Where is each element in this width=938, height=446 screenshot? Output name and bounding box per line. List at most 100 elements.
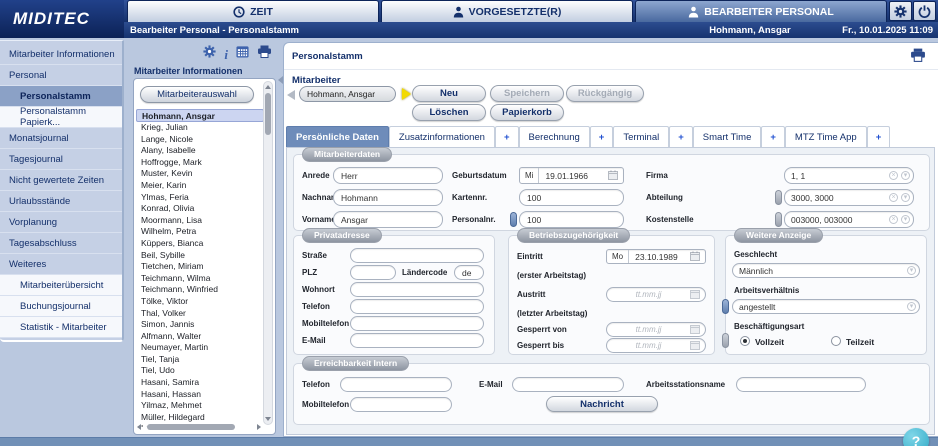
scroll-left-icon[interactable]: [137, 424, 141, 430]
employee-list-item[interactable]: Hasani, Samira: [136, 377, 264, 389]
sidebar-item[interactable]: Personalstamm: [0, 86, 122, 107]
form-tab[interactable]: MTZ Time App: [784, 126, 867, 147]
employee-list-item[interactable]: Beil, Sybille: [136, 250, 264, 262]
kartennr-field[interactable]: [519, 189, 624, 206]
gesperrt-von-field[interactable]: tt.mm.jj: [606, 322, 706, 337]
wohnort-field[interactable]: [350, 282, 484, 297]
calendar-icon[interactable]: [690, 251, 700, 263]
arbeitsstationsname-field[interactable]: [736, 377, 866, 392]
speichern-button[interactable]: Speichern: [490, 85, 564, 102]
horizontal-scrollbar[interactable]: [137, 423, 261, 431]
vertical-scrollbar[interactable]: [263, 81, 273, 425]
horizontal-scroll-thumb[interactable]: [147, 424, 235, 430]
sidebar-item[interactable]: Mitarbeiterübersicht: [0, 275, 122, 296]
sidebar-item[interactable]: Personal: [0, 65, 122, 86]
employee-list-item[interactable]: Alany, Isabelle: [136, 145, 264, 157]
sidebar-item[interactable]: Monatsjournal: [0, 128, 122, 149]
employee-list-item[interactable]: Thal, Volker: [136, 308, 264, 320]
tab-zeit[interactable]: ZEIT: [127, 0, 379, 22]
nachricht-button[interactable]: Nachricht: [546, 396, 658, 412]
geburtsdatum-field[interactable]: Mi 19.01.1966: [519, 167, 624, 184]
arbeitsverhaeltnis-dropdown[interactable]: angestellt ▾: [732, 299, 920, 314]
calendar-icon[interactable]: [690, 340, 700, 352]
sidebar-item[interactable]: Buchungsjournal: [0, 296, 122, 317]
telefon-intern-field[interactable]: [340, 377, 452, 392]
next-employee-arrow-icon[interactable]: [402, 88, 411, 100]
employee-list-item[interactable]: Simon, Jannis: [136, 319, 264, 331]
personalnr-field[interactable]: [519, 211, 624, 228]
dropdown-icon[interactable]: ▾: [901, 171, 910, 180]
vertical-scroll-thumb[interactable]: [265, 93, 271, 135]
employee-list-item[interactable]: Wilhelm, Petra: [136, 226, 264, 238]
personalnr-grip[interactable]: [510, 212, 517, 227]
clear-icon[interactable]: ×: [889, 215, 898, 224]
logout-button[interactable]: [913, 1, 936, 21]
employee-list-item[interactable]: Hohmann, Ansgar: [136, 109, 264, 122]
calendar-icon[interactable]: [608, 170, 618, 182]
abteilung-field[interactable]: 3000, 3000 × ▾: [784, 189, 914, 206]
plz-field[interactable]: [350, 265, 396, 280]
form-tab[interactable]: Zusatzinformationen: [388, 126, 495, 147]
sidebar-item[interactable]: Vorplanung: [0, 212, 122, 233]
calendar-icon[interactable]: [690, 324, 700, 336]
clear-icon[interactable]: ×: [889, 171, 898, 180]
tab-vorgesetzte[interactable]: VORGESETZTE(R): [381, 0, 633, 22]
email-intern-field[interactable]: [512, 377, 624, 392]
neu-button[interactable]: Neu: [412, 85, 486, 102]
sidebar-item[interactable]: Personalstamm Papierk...: [0, 106, 122, 128]
abteilung-grip[interactable]: [775, 190, 782, 205]
sidebar-item[interactable]: Tagesabschluss: [0, 233, 122, 254]
employee-list-item[interactable]: Alfmann, Walter: [136, 331, 264, 343]
dropdown-icon[interactable]: ▾: [907, 302, 916, 311]
employee-list-item[interactable]: Tölke, Viktor: [136, 296, 264, 308]
gesperrt-bis-field[interactable]: tt.mm.jj: [606, 338, 706, 353]
form-tab[interactable]: +: [866, 126, 891, 147]
scroll-right-icon[interactable]: [257, 424, 261, 430]
form-tab[interactable]: +: [761, 126, 785, 147]
kostenstelle-field[interactable]: 003000, 003000 × ▾: [784, 211, 914, 228]
gear-icon[interactable]: [203, 45, 216, 63]
clear-icon[interactable]: ×: [889, 193, 898, 202]
sidebar-item[interactable]: Mitarbeiter Informationen: [0, 44, 122, 65]
laendercode-field[interactable]: [454, 265, 484, 280]
loeschen-button[interactable]: Löschen: [412, 104, 486, 121]
employee-list-item[interactable]: Küppers, Bianca: [136, 238, 264, 250]
employee-list-item[interactable]: Hoffrogge, Mark: [136, 157, 264, 169]
employee-list-item[interactable]: Neumayer, Martin: [136, 342, 264, 354]
mobiltelefon-intern-field[interactable]: [350, 397, 452, 412]
employee-list-item[interactable]: Konrad, Olivia: [136, 203, 264, 215]
employee-list-item[interactable]: Tiel, Tanja: [136, 354, 264, 366]
sidebar-item[interactable]: Tagesjournal: [0, 149, 122, 170]
employee-list-item[interactable]: Teichmann, Winfried: [136, 284, 264, 296]
employee-list-item[interactable]: Yilmaz, Mehmet: [136, 400, 264, 412]
arbeitsverhaeltnis-grip[interactable]: [722, 299, 729, 314]
employee-list-item[interactable]: Müller, Hildegard: [136, 412, 264, 424]
info-icon[interactable]: i: [224, 48, 228, 61]
mitarbeiterauswahl-button[interactable]: Mitarbeiterauswahl: [140, 86, 254, 103]
nachname-field[interactable]: [333, 189, 443, 206]
sidebar-item[interactable]: Urlaubsstände: [0, 191, 122, 212]
geschlecht-dropdown[interactable]: Männlich ▾: [732, 263, 920, 278]
form-tab[interactable]: Smart Time: [692, 126, 762, 147]
austritt-field[interactable]: tt.mm.jj: [606, 287, 706, 302]
dropdown-icon[interactable]: ▾: [901, 193, 910, 202]
rueckgaengig-button[interactable]: Rückgängig: [566, 85, 644, 102]
dropdown-icon[interactable]: ▾: [901, 215, 910, 224]
vorname-field[interactable]: [333, 211, 443, 228]
employee-list-item[interactable]: Tietchen, Miriam: [136, 261, 264, 273]
mobiltelefon-field[interactable]: [350, 316, 484, 331]
employee-list-item[interactable]: Moormann, Lisa: [136, 215, 264, 227]
employee-selector[interactable]: Hohmann, Ansgar: [299, 86, 396, 102]
form-tab[interactable]: +: [494, 126, 519, 147]
beschaeftigungsart-grip[interactable]: [722, 333, 729, 348]
form-tab[interactable]: +: [589, 126, 614, 147]
kostenstelle-grip[interactable]: [775, 212, 782, 227]
scroll-down-icon[interactable]: [265, 417, 271, 421]
vollzeit-radio[interactable]: [740, 336, 750, 346]
calendar-icon[interactable]: [236, 45, 249, 63]
firma-field[interactable]: 1, 1 × ▾: [784, 167, 914, 184]
form-tab[interactable]: +: [669, 126, 693, 147]
papierkorb-button[interactable]: Papierkorb: [490, 104, 564, 121]
sidebar-item[interactable]: Statistik - Mitarbeiter: [0, 317, 122, 338]
eintritt-field[interactable]: Mo 23.10.1989: [606, 249, 706, 264]
